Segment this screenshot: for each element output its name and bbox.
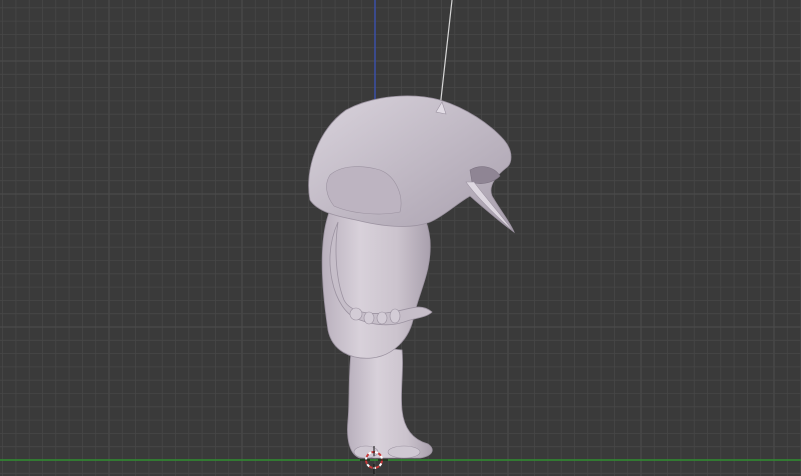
viewport-canvas [0, 0, 801, 476]
mesh-leg [347, 344, 433, 459]
3d-viewport[interactable] [0, 0, 801, 476]
mesh-upper-body [308, 95, 515, 234]
character-mesh[interactable] [308, 95, 515, 459]
